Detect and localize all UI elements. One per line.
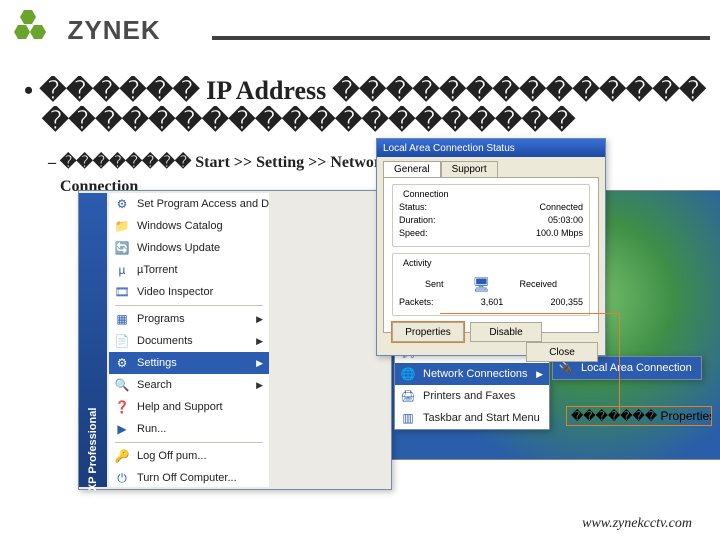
start-menu-item-11-icon: ▶ (113, 420, 131, 438)
bullet-line-2: �������������������� (42, 106, 710, 136)
start-menu-item-6-icon: ▦ (113, 310, 131, 328)
logo-hex-icon (14, 10, 60, 51)
dialog-title-text: Local Area Connection Status (383, 143, 515, 154)
chevron-right-icon: ▶ (256, 358, 263, 369)
start-menu-item-0[interactable]: ⚙ Set Program Access and Defaults (109, 193, 269, 215)
settings-submenu-item-1-icon: 🌐 (399, 365, 417, 383)
activity-received-label: Received (519, 279, 557, 289)
start-menu-item-6-label: Programs (137, 313, 185, 325)
activity-group: Activity Sent 🖥 Received Packets: 3,601 … (392, 253, 590, 316)
start-menu-left-column: ⚙ Set Program Access and Defaults 📁 Windows… (109, 193, 269, 487)
callout-text: ������� Properties (571, 409, 712, 423)
speed-value: 100.0 Mbps (536, 227, 583, 240)
start-menu-item-10-label: Help and Support (137, 401, 223, 413)
callout-box: ������� Properties (566, 406, 712, 426)
dialog-titlebar[interactable]: Local Area Connection Status (377, 139, 605, 157)
logo-wordmark: ZYNEK (68, 15, 161, 46)
activity-group-label: Activity (401, 258, 434, 268)
dialog-tabstrip: General Support (377, 157, 605, 177)
status-key: Status: (399, 201, 427, 214)
sub-bullet-prefix: – �������� (48, 154, 191, 171)
start-menu-item-14-label: Turn Off Computer... (137, 472, 237, 484)
packets-key: Packets: (399, 296, 434, 309)
connection-group: Connection Status: Connected Duration: 05:… (392, 184, 590, 247)
bullet-1-highlight: IP Address (206, 76, 326, 105)
start-menu-item-7[interactable]: 📄 Documents ▶ (109, 330, 269, 352)
header-rule (212, 36, 710, 40)
bullet-line-1: • ������ IP Address �������������� (18, 76, 710, 106)
tab-support[interactable]: Support (441, 161, 498, 177)
settings-submenu-item-3-icon: ▥ (399, 409, 417, 427)
start-menu-item-13-icon: 🔑 (113, 447, 131, 465)
start-menu-item-9-label: Search (137, 379, 172, 391)
start-menu-item-6[interactable]: ▦ Programs ▶ (109, 308, 269, 330)
start-menu-item-9[interactable]: 🔍 Search ▶ (109, 374, 269, 396)
footer-url: www.zynekcctv.com (582, 516, 692, 532)
start-menu-item-1-label: Windows Catalog (137, 220, 223, 232)
start-menu-item-10[interactable]: ❓ Help and Support (109, 396, 269, 418)
start-menu-item-3-icon: µ (113, 261, 131, 279)
start-menu-separator (115, 442, 263, 443)
start-menu-item-1-icon: 📁 (113, 217, 131, 235)
start-menu-item-4[interactable]: 🎞 Video Inspector (109, 281, 269, 303)
packets-sent-value: 3,601 (434, 296, 551, 309)
packets-recv-value: 200,355 (550, 296, 583, 309)
chevron-right-icon: ▶ (256, 380, 263, 391)
start-menu-item-10-icon: ❓ (113, 398, 131, 416)
connection-group-label: Connection (401, 189, 451, 199)
settings-submenu-item-3-label: Taskbar and Start Menu (423, 412, 540, 424)
callout-connector (440, 313, 620, 413)
start-menu: Windows XP Professional ⚙ Set Program Acc… (78, 190, 392, 490)
start-menu-item-11[interactable]: ▶ Run... (109, 418, 269, 440)
start-menu-item-7-icon: 📄 (113, 332, 131, 350)
chevron-right-icon: ▶ (256, 314, 263, 325)
status-value: Connected (539, 201, 583, 214)
start-menu-item-4-icon: 🎞 (113, 283, 131, 301)
start-menu-item-13-label: Log Off pum... (137, 450, 207, 462)
speed-key: Speed: (399, 227, 428, 240)
tab-general[interactable]: General (383, 161, 441, 177)
start-menu-item-4-label: Video Inspector (137, 286, 213, 298)
chevron-right-icon: ▶ (256, 336, 263, 347)
start-menu-item-7-label: Documents (137, 335, 193, 347)
start-menu-item-8-icon: ⚙ (113, 354, 131, 372)
activity-sent-label: Sent (425, 279, 444, 289)
bullet-1-suffix: �������������� (333, 76, 706, 105)
start-menu-item-14[interactable]: ⏻ Turn Off Computer... (109, 467, 269, 489)
start-menu-item-1[interactable]: 📁 Windows Catalog (109, 215, 269, 237)
dialog-body: Connection Status: Connected Duration: 05:… (383, 177, 599, 333)
bullet-1-prefix: • ������ (24, 76, 200, 105)
start-menu-item-11-label: Run... (137, 423, 166, 435)
start-menu-item-2[interactable]: 🔄 Windows Update (109, 237, 269, 259)
start-menu-item-8[interactable]: ⚙ Settings ▶ (109, 352, 269, 374)
header-bar: ZYNEK (14, 10, 710, 52)
start-menu-item-2-icon: 🔄 (113, 239, 131, 257)
start-menu-item-9-icon: 🔍 (113, 376, 131, 394)
start-menu-item-3-label: µTorrent (137, 264, 178, 276)
activity-nic-icon: 🖥 (467, 272, 495, 296)
start-menu-item-2-label: Windows Update (137, 242, 220, 254)
settings-submenu-item-2-icon: 🖨 (399, 387, 417, 405)
duration-value: 05:03:00 (548, 214, 583, 227)
start-menu-item-8-label: Settings (137, 357, 177, 369)
start-menu-item-3[interactable]: µ µTorrent (109, 259, 269, 281)
start-menu-item-13[interactable]: 🔑 Log Off pum... (109, 445, 269, 467)
start-menu-sidebar-label: Windows XP Professional (87, 408, 99, 542)
start-menu-separator (115, 305, 263, 306)
start-menu-sidebar: Windows XP Professional (79, 193, 107, 487)
start-menu-item-0-label: Set Program Access and Defaults (137, 198, 269, 210)
start-menu-item-0-icon: ⚙ (113, 195, 131, 213)
duration-key: Duration: (399, 214, 436, 227)
start-menu-item-14-icon: ⏻ (113, 469, 131, 487)
